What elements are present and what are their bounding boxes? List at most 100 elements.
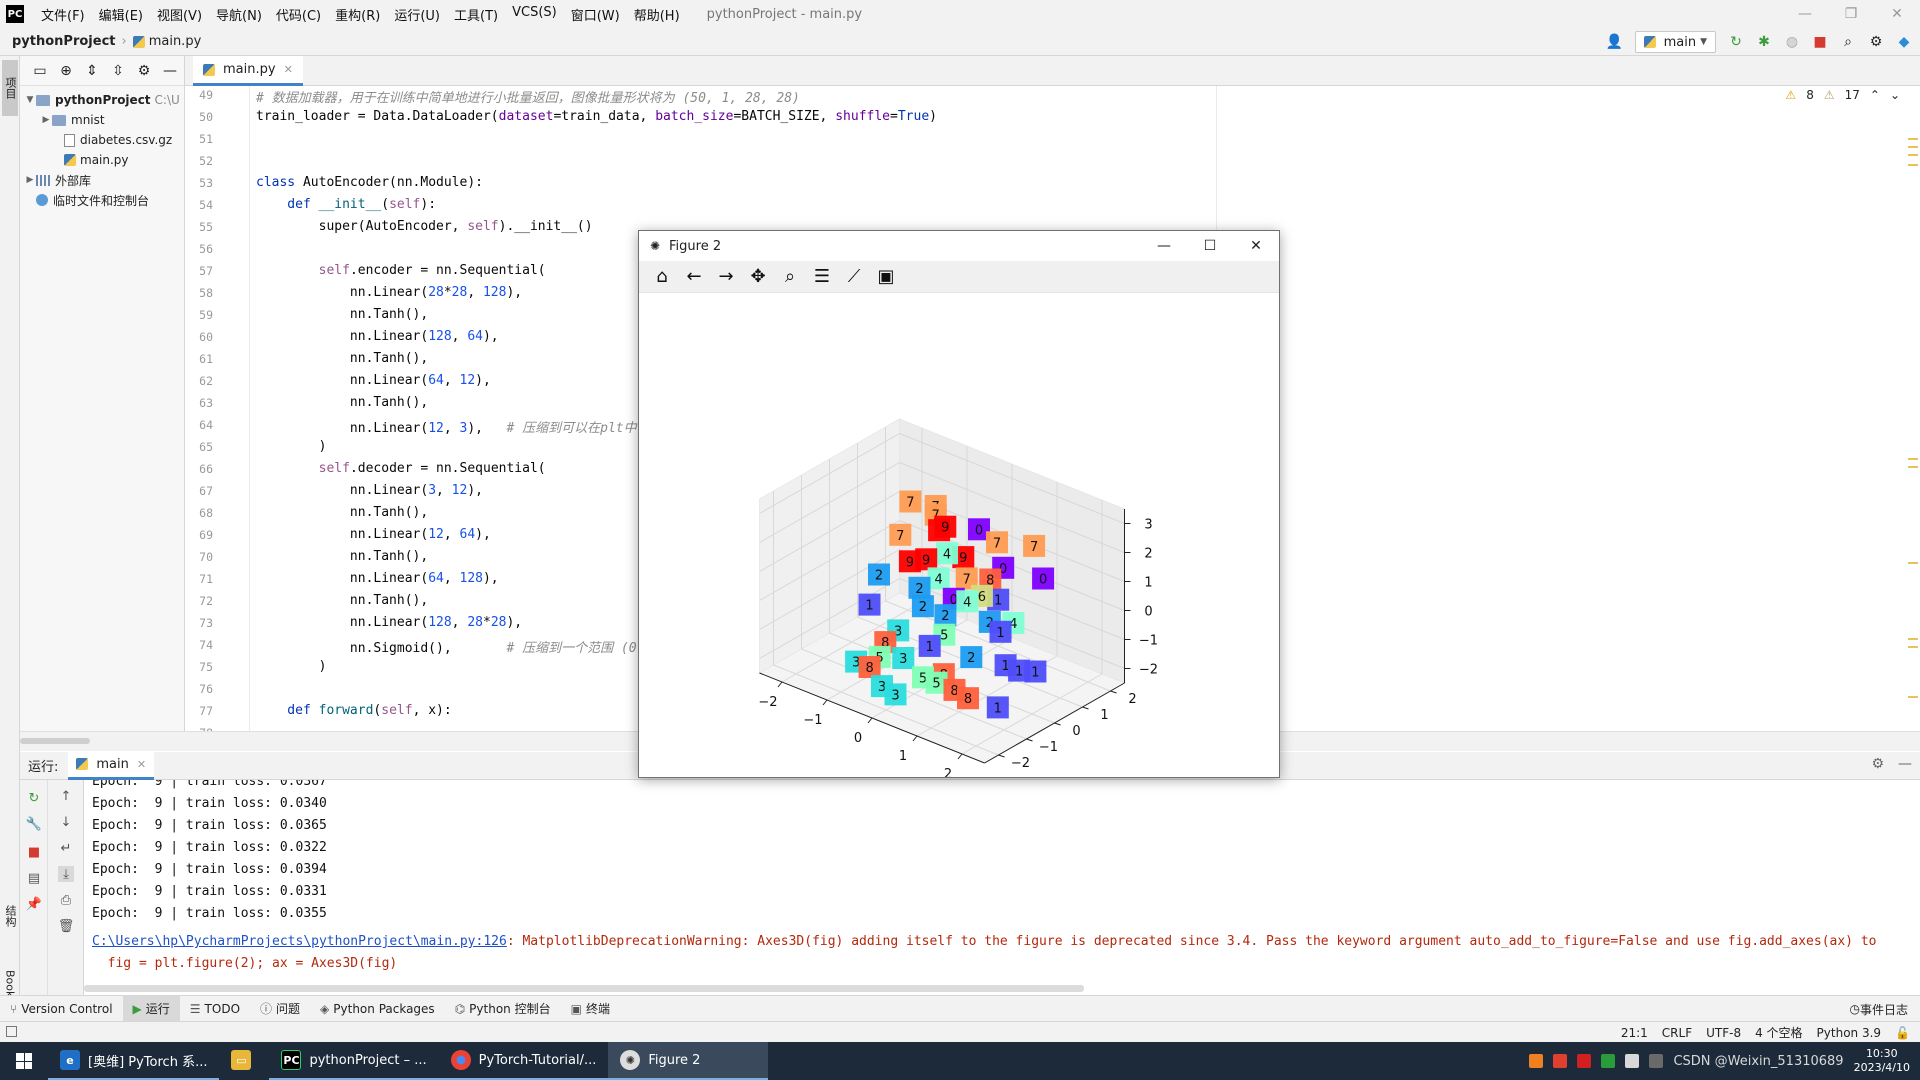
- home-icon[interactable]: ⌂: [649, 264, 675, 290]
- arrow-down-icon[interactable]: ↓: [58, 814, 74, 830]
- minimize-icon[interactable]: —: [1782, 0, 1828, 28]
- bottom-tab-6[interactable]: ▣ 终端: [561, 996, 620, 1022]
- file-encoding[interactable]: UTF-8: [1706, 1026, 1741, 1040]
- menu-item-2[interactable]: 视图(V): [150, 5, 209, 24]
- bottom-tab-4[interactable]: ◈ Python Packages: [310, 996, 445, 1022]
- chevron-down-icon[interactable]: ⌄: [1890, 88, 1900, 102]
- chevron-up-icon[interactable]: ⌃: [1870, 88, 1880, 102]
- back-icon[interactable]: ←: [681, 264, 707, 290]
- pin-icon[interactable]: 📌: [26, 896, 42, 912]
- edit-axes-icon[interactable]: ⟋: [841, 264, 867, 290]
- stop-icon[interactable]: ■: [26, 844, 42, 860]
- debug-icon[interactable]: ✱: [1756, 34, 1772, 50]
- bottom-tab-5[interactable]: ⌬ Python 控制台: [445, 996, 561, 1022]
- menu-item-6[interactable]: 运行(U): [387, 5, 447, 24]
- breadcrumb-file[interactable]: main.py: [149, 34, 202, 49]
- scroll-to-end-icon[interactable]: ⤓: [58, 866, 74, 882]
- user-icon[interactable]: 👤: [1606, 34, 1623, 50]
- print-icon[interactable]: ⎙: [58, 892, 74, 908]
- menu-item-7[interactable]: 工具(T): [447, 5, 505, 24]
- wrench-icon[interactable]: 🔧: [26, 816, 42, 832]
- close-icon[interactable]: ✕: [1874, 0, 1920, 28]
- bottom-tab-0[interactable]: ⑂ Version Control: [0, 996, 123, 1022]
- locate-icon[interactable]: ⊕: [58, 63, 74, 79]
- jetbrains-icon[interactable]: ◆: [1896, 34, 1912, 50]
- run-configuration-select[interactable]: main ▼: [1634, 31, 1716, 53]
- toggle-panels-icon[interactable]: [6, 1026, 17, 1037]
- 3d-scatter-chart[interactable]: −2−1012−2−1012−2−10123700777079799849719…: [639, 293, 1279, 777]
- search-icon[interactable]: ⌕: [1840, 34, 1856, 50]
- menu-item-5[interactable]: 重构(R): [328, 5, 387, 24]
- tree-item-diabetes[interactable]: diabetes.csv.gz: [20, 130, 184, 150]
- coverage-icon[interactable]: ◍: [1784, 34, 1800, 50]
- console-horizontal-scrollbar[interactable]: [84, 985, 1084, 992]
- run-tab-main[interactable]: main ✕: [68, 751, 155, 780]
- bottom-tab-1[interactable]: ▶ 运行: [122, 995, 180, 1022]
- stop-icon[interactable]: ■: [1812, 34, 1828, 50]
- network-icon[interactable]: [1649, 1054, 1664, 1068]
- rerun-icon[interactable]: ↻: [1728, 34, 1744, 50]
- taskbar-app-pycharm[interactable]: PC pythonProject – ...: [269, 1042, 439, 1080]
- save-icon[interactable]: ▣: [873, 264, 899, 290]
- gear-icon[interactable]: ⚙: [136, 63, 152, 79]
- hide-icon[interactable]: —: [162, 63, 178, 79]
- taskbar-app-chrome[interactable]: PyTorch-Tutorial/...: [438, 1042, 609, 1080]
- zoom-icon[interactable]: ⌕: [777, 264, 803, 290]
- menu-item-10[interactable]: 帮助(H): [627, 5, 687, 24]
- project-tool-tab[interactable]: 项目: [2, 60, 18, 116]
- expand-all-icon[interactable]: ⇕: [84, 63, 100, 79]
- hide-icon[interactable]: —: [1898, 756, 1912, 772]
- close-icon[interactable]: ✕: [284, 63, 293, 76]
- caret-position[interactable]: 21:1: [1621, 1026, 1648, 1040]
- close-icon[interactable]: ✕: [137, 758, 146, 771]
- taskbar-app-explorer[interactable]: ▭: [219, 1042, 269, 1080]
- arrow-up-icon[interactable]: ↑: [58, 788, 74, 804]
- warning-file-link[interactable]: C:\Users\hp\PycharmProjects\pythonProjec…: [92, 934, 507, 949]
- menu-item-4[interactable]: 代码(C): [269, 5, 328, 24]
- figure-window[interactable]: ✺ Figure 2 — ☐ ✕ ⌂ ← → ✥ ⌕ ☰ ⟋ ▣ −2 −1 0 1 2…: [638, 230, 1280, 778]
- layout-icon[interactable]: ▤: [26, 870, 42, 886]
- start-button[interactable]: [0, 1042, 48, 1080]
- chevron-right-icon[interactable]: ▶: [24, 175, 36, 185]
- menu-item-8[interactable]: VCS(S): [505, 5, 564, 24]
- run-console[interactable]: Epoch: 9 | train loss: 0.0367 Epoch: 9 | …: [84, 780, 1920, 995]
- line-separator[interactable]: CRLF: [1662, 1026, 1692, 1040]
- configure-icon[interactable]: ☰: [809, 264, 835, 290]
- bottom-tab-3[interactable]: ⓘ 问题: [250, 996, 310, 1022]
- view-mode-icon[interactable]: ▭: [32, 63, 48, 79]
- menu-item-1[interactable]: 编辑(E): [92, 5, 150, 24]
- collapse-all-icon[interactable]: ⇳: [110, 63, 126, 79]
- tree-item-mnist[interactable]: ▶ mnist: [20, 110, 184, 130]
- tray-app-icon[interactable]: [1577, 1054, 1592, 1068]
- trash-icon[interactable]: 🗑: [58, 918, 75, 934]
- maximize-icon[interactable]: ☐: [1187, 231, 1233, 261]
- chevron-right-icon[interactable]: ▶: [40, 115, 52, 125]
- structure-tool-tab[interactable]: 结构: [2, 896, 18, 936]
- soft-wrap-icon[interactable]: ↵: [58, 840, 74, 856]
- gear-icon[interactable]: ⚙: [1871, 756, 1884, 772]
- rerun-icon[interactable]: ↻: [26, 790, 42, 806]
- tree-item-root[interactable]: ▼ pythonProject C:\U: [20, 90, 184, 110]
- tree-item-scratches[interactable]: 临时文件和控制台: [20, 190, 184, 210]
- tree-item-main[interactable]: main.py: [20, 150, 184, 170]
- taskbar-app-edge[interactable]: e [奥维] PyTorch 系...: [48, 1042, 220, 1080]
- menu-item-0[interactable]: 文件(F): [34, 5, 92, 24]
- menu-item-3[interactable]: 导航(N): [209, 5, 269, 24]
- bottom-tab-2[interactable]: ☰ TODO: [180, 996, 250, 1022]
- shield-icon[interactable]: [1601, 1054, 1616, 1068]
- lock-icon[interactable]: 🔓: [1895, 1026, 1910, 1040]
- python-interpreter[interactable]: Python 3.9: [1817, 1026, 1882, 1040]
- restore-icon[interactable]: ❐: [1828, 0, 1874, 28]
- figure-title-bar[interactable]: ✺ Figure 2 — ☐ ✕: [639, 231, 1279, 261]
- tree-item-external-libs[interactable]: ▶ 外部库: [20, 170, 184, 190]
- menu-item-9[interactable]: 窗口(W): [564, 5, 627, 24]
- pan-icon[interactable]: ✥: [745, 264, 771, 290]
- gear-icon[interactable]: ⚙: [1868, 34, 1884, 50]
- tray-app-icon[interactable]: [1625, 1054, 1640, 1068]
- taskbar-app-figure[interactable]: ✺ Figure 2: [608, 1042, 769, 1080]
- tray-app-icon[interactable]: [1553, 1054, 1568, 1068]
- clock[interactable]: 10:30 2023/4/10: [1854, 1047, 1910, 1075]
- breadcrumb-project[interactable]: pythonProject: [12, 34, 116, 49]
- event-log-button[interactable]: ◷ 事件日志: [1850, 996, 1909, 1022]
- forward-icon[interactable]: →: [713, 264, 739, 290]
